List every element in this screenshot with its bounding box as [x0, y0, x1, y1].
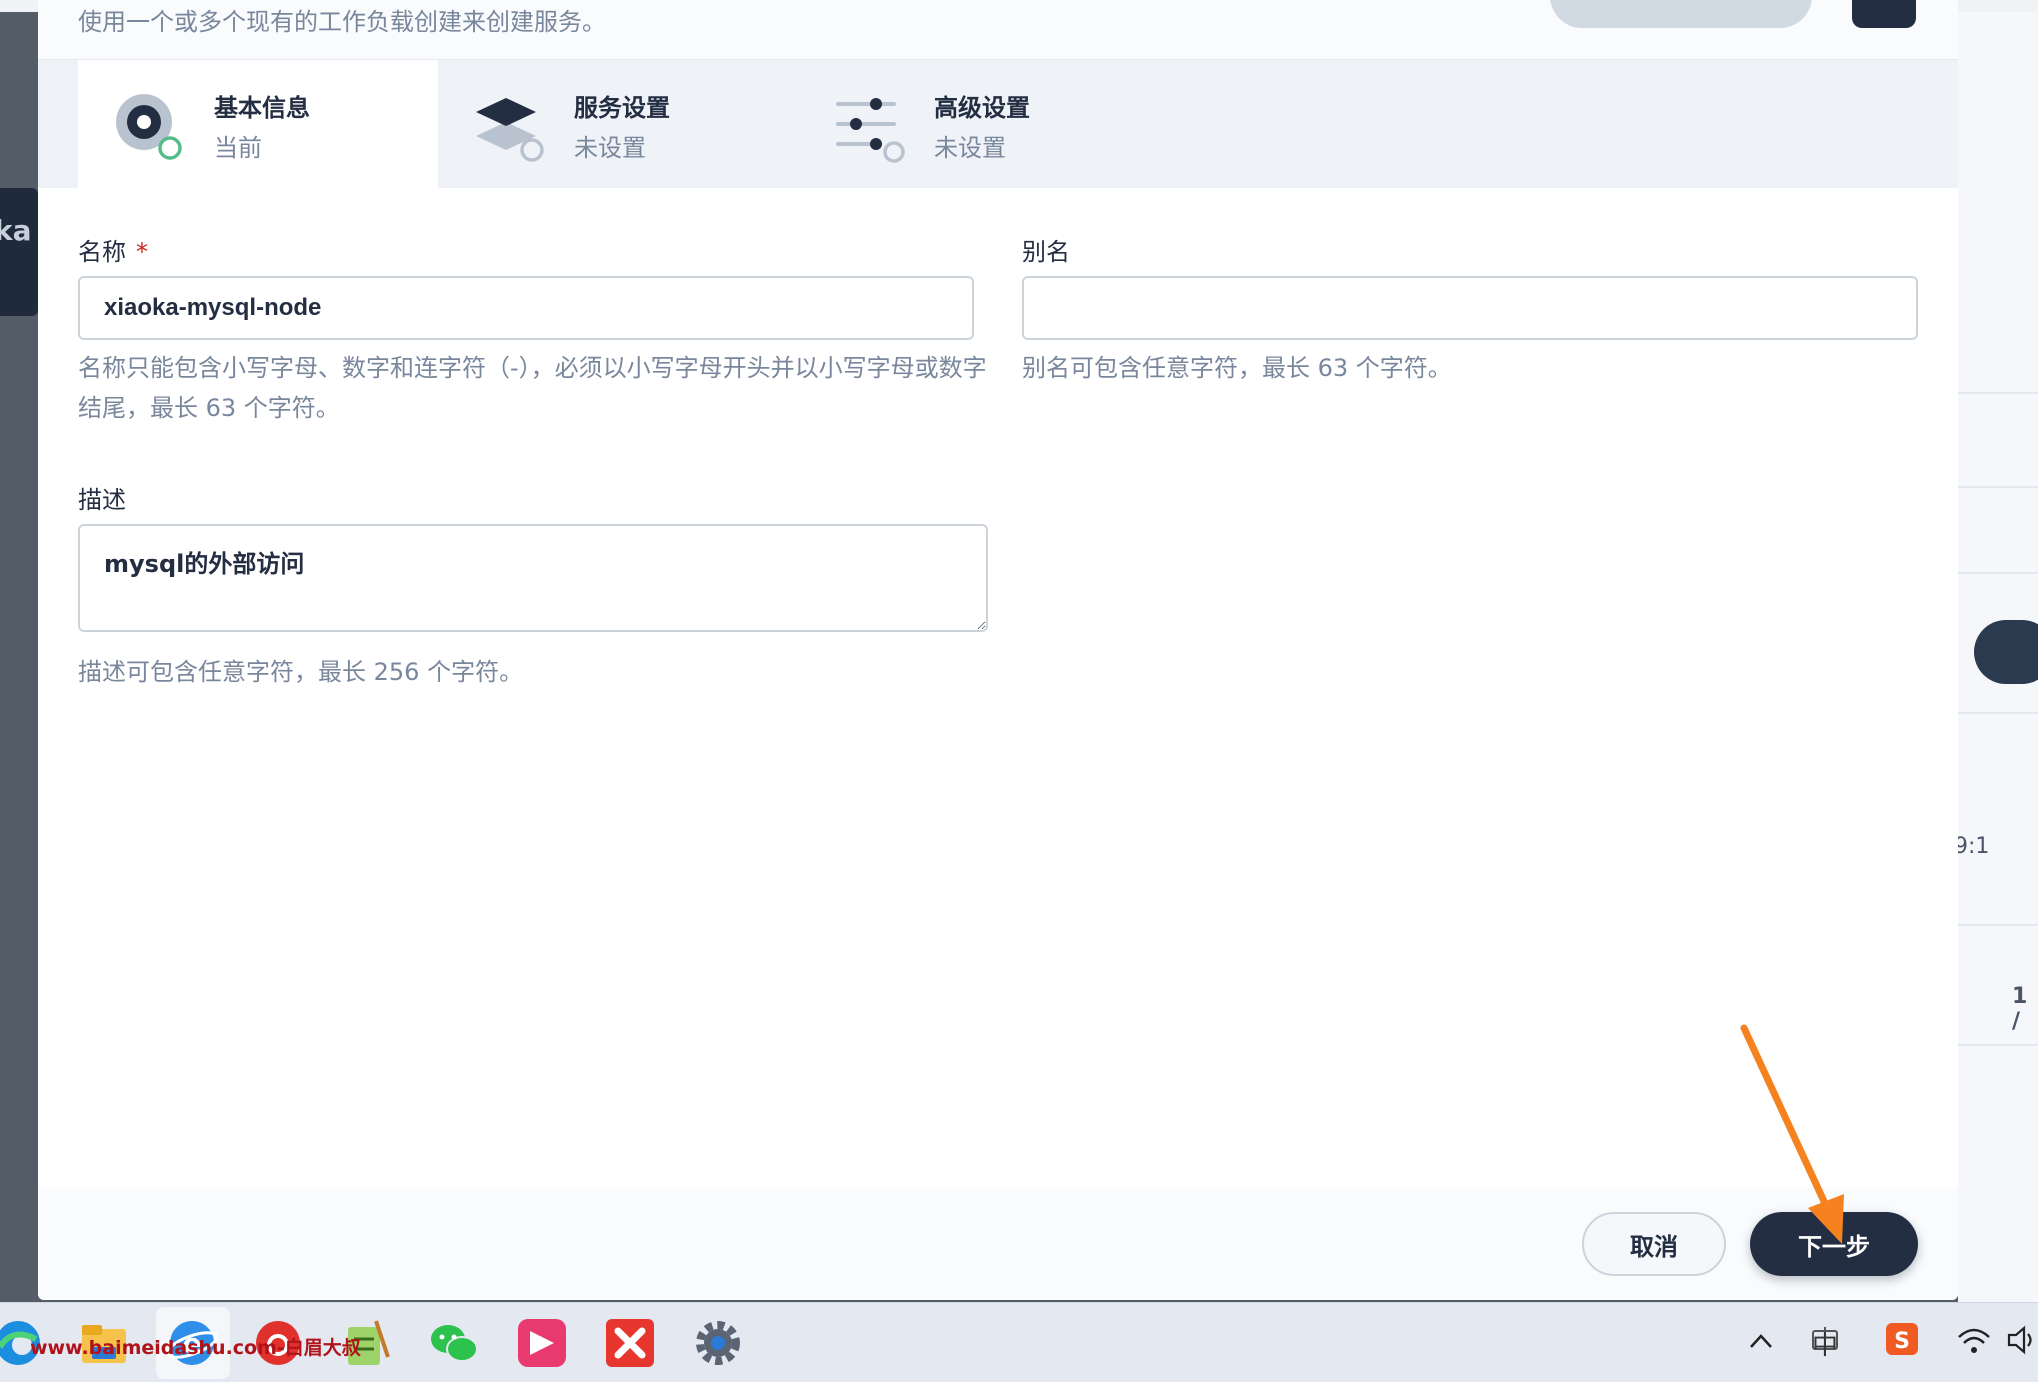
background-right-panel: 9:1 1 / — [1954, 12, 2038, 1302]
background-sidebar-tab: ka — [0, 188, 38, 316]
modal-footer: 取消 下一步 — [38, 1188, 1958, 1300]
required-mark: * — [136, 238, 148, 266]
kingsoft-app-icon[interactable] — [516, 1317, 568, 1369]
modal-header: 使用一个或多个现有的工作负载创建来创建服务。 — [38, 0, 1958, 60]
background-pill-button — [1974, 620, 2038, 684]
background-fragment: 9:1 — [1954, 834, 1990, 859]
background-fragment: 1 / — [2012, 984, 2028, 1034]
background-divider — [1958, 712, 2038, 714]
alias-label: 别名 — [1022, 238, 1070, 266]
step-advanced-settings[interactable]: 高级设置 未设置 — [798, 60, 1158, 188]
background-divider — [1958, 924, 2038, 926]
background-divider — [1958, 486, 2038, 488]
description-help-text: 描述可包含任意字符，最长 256 个字符。 — [78, 658, 524, 686]
alias-input[interactable] — [1022, 276, 1918, 340]
settings-gear-icon[interactable] — [692, 1317, 744, 1369]
alias-help-text: 别名可包含任意字符，最长 63 个字符。 — [1022, 354, 1452, 382]
step-status: 未设置 — [574, 134, 646, 162]
speaker-icon[interactable] — [2006, 1325, 2038, 1355]
step-title: 高级设置 — [934, 94, 1030, 122]
description-label: 描述 — [78, 486, 126, 514]
next-step-button[interactable]: 下一步 — [1750, 1212, 1918, 1276]
name-label-text: 名称 — [78, 238, 126, 266]
background-divider — [1958, 392, 2038, 394]
watermark-text: www.baimeidashu.com-白眉大叔 — [30, 1337, 361, 1359]
step-status: 未设置 — [934, 134, 1006, 162]
modal-hint-text: 使用一个或多个现有的工作负载创建来创建服务。 — [78, 8, 606, 36]
step-title: 服务设置 — [574, 94, 670, 122]
step-status: 当前 — [214, 134, 262, 162]
ime-mode-label[interactable]: 中 — [1812, 1325, 1838, 1362]
background-divider — [1958, 572, 2038, 574]
header-close-button[interactable] — [1852, 0, 1916, 28]
basic-info-icon — [116, 94, 182, 160]
background-divider — [1958, 1044, 2038, 1046]
sogou-input-icon[interactable]: S — [1884, 1321, 1920, 1357]
step-basic-info[interactable]: 基本信息 当前 — [78, 60, 438, 188]
create-service-modal: 使用一个或多个现有的工作负载创建来创建服务。 基本信息 当前 服务设置 未设置 — [38, 0, 1958, 1300]
windows-taskbar: e www.baimeidashu.com-白眉大叔 中 S — [0, 1302, 2038, 1382]
header-pill-button[interactable] — [1550, 0, 1812, 28]
step-service-settings[interactable]: 服务设置 未设置 — [438, 60, 798, 188]
cancel-button[interactable]: 取消 — [1582, 1212, 1726, 1276]
wechat-icon[interactable] — [428, 1317, 480, 1369]
background-left-fragment: ka — [0, 214, 32, 247]
advanced-settings-icon — [836, 98, 905, 163]
description-textarea[interactable] — [78, 524, 988, 632]
wifi-icon[interactable] — [1956, 1325, 1992, 1355]
step-title: 基本信息 — [214, 94, 310, 122]
svg-text:S: S — [1894, 1329, 1910, 1354]
chevron-up-icon[interactable] — [1748, 1331, 1774, 1351]
name-input[interactable] — [78, 276, 974, 340]
name-help-text: 名称只能包含小写字母、数字和连字符（-），必须以小写字母开头并以小写字母或数字结… — [78, 354, 987, 422]
name-label: 名称 * — [78, 232, 148, 267]
service-settings-icon — [476, 98, 544, 162]
wizard-steps: 基本信息 当前 服务设置 未设置 高级设置 未设置 — [38, 60, 1958, 188]
xmind-icon[interactable] — [604, 1317, 656, 1369]
